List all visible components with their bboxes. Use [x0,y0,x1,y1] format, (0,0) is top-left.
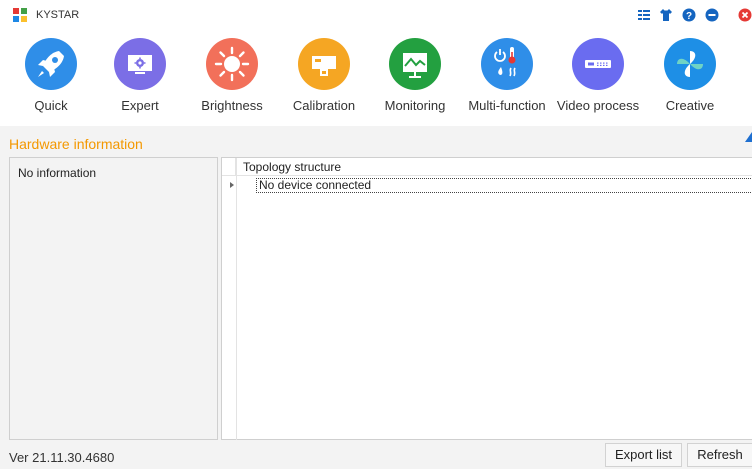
hardware-info-title: Hardware information [9,136,143,152]
status-bar: Ver 21.11.30.4680 Export list Refresh [0,440,752,469]
quick-button[interactable]: Quick [6,36,96,122]
brightness-button[interactable]: Brightness [187,36,277,122]
collapse-arrow-icon[interactable] [742,130,752,148]
rocket-icon [25,38,77,90]
monitoring-button[interactable]: Monitoring [370,36,460,122]
monitor-gear-icon [114,38,166,90]
creative-label: Creative [665,98,715,113]
svg-text:?: ? [686,11,692,22]
video-process-label: Video process [556,98,640,113]
help-icon[interactable]: ? [682,8,696,22]
tree-gutter-line [236,158,237,441]
calibration-label: Calibration [292,98,356,113]
tree-header: Topology structure [222,158,752,176]
monitoring-label: Monitoring [384,98,446,113]
power-thermo-icon [481,38,533,90]
multi-function-label: Multi-function [468,98,546,113]
skin-tshirt-icon[interactable] [659,8,673,22]
pinwheel-icon [664,38,716,90]
quick-label: Quick [34,98,68,113]
tree-node-label[interactable]: No device connected [256,178,752,193]
multi-function-button[interactable]: Multi-function [462,36,552,122]
close-icon[interactable] [738,8,752,22]
monitor-chart-icon [389,38,441,90]
calibration-button[interactable]: Calibration [279,36,369,122]
main-toolbar: Quick Expert Brightness Calibration Moni… [0,30,752,126]
expert-button[interactable]: Expert [95,36,185,122]
video-process-button[interactable]: Video process [553,36,643,122]
calibration-screen-icon [298,38,350,90]
title-bar: KYSTAR ? [0,0,752,30]
refresh-button[interactable]: Refresh [687,443,752,467]
topology-header-label: Topology structure [243,160,342,174]
export-list-button[interactable]: Export list [605,443,682,467]
topology-tree: Topology structure No device connected [221,157,752,441]
no-information-text: No information [18,166,97,180]
expert-label: Expert [121,98,159,113]
sun-icon [206,38,258,90]
layout-icon[interactable] [637,8,651,22]
brightness-label: Brightness [201,98,263,113]
version-text: Ver 21.11.30.4680 [9,450,115,465]
minimize-icon[interactable] [705,8,719,22]
creative-button[interactable]: Creative [645,36,735,122]
tree-header-gutter [222,158,236,176]
window-title: KYSTAR [36,9,80,21]
kystar-logo-icon [13,8,27,22]
video-processor-icon [572,38,624,90]
expand-arrow-icon[interactable] [230,182,234,188]
tree-row[interactable]: No device connected [222,177,752,194]
hardware-info-panel: No information [9,157,218,440]
